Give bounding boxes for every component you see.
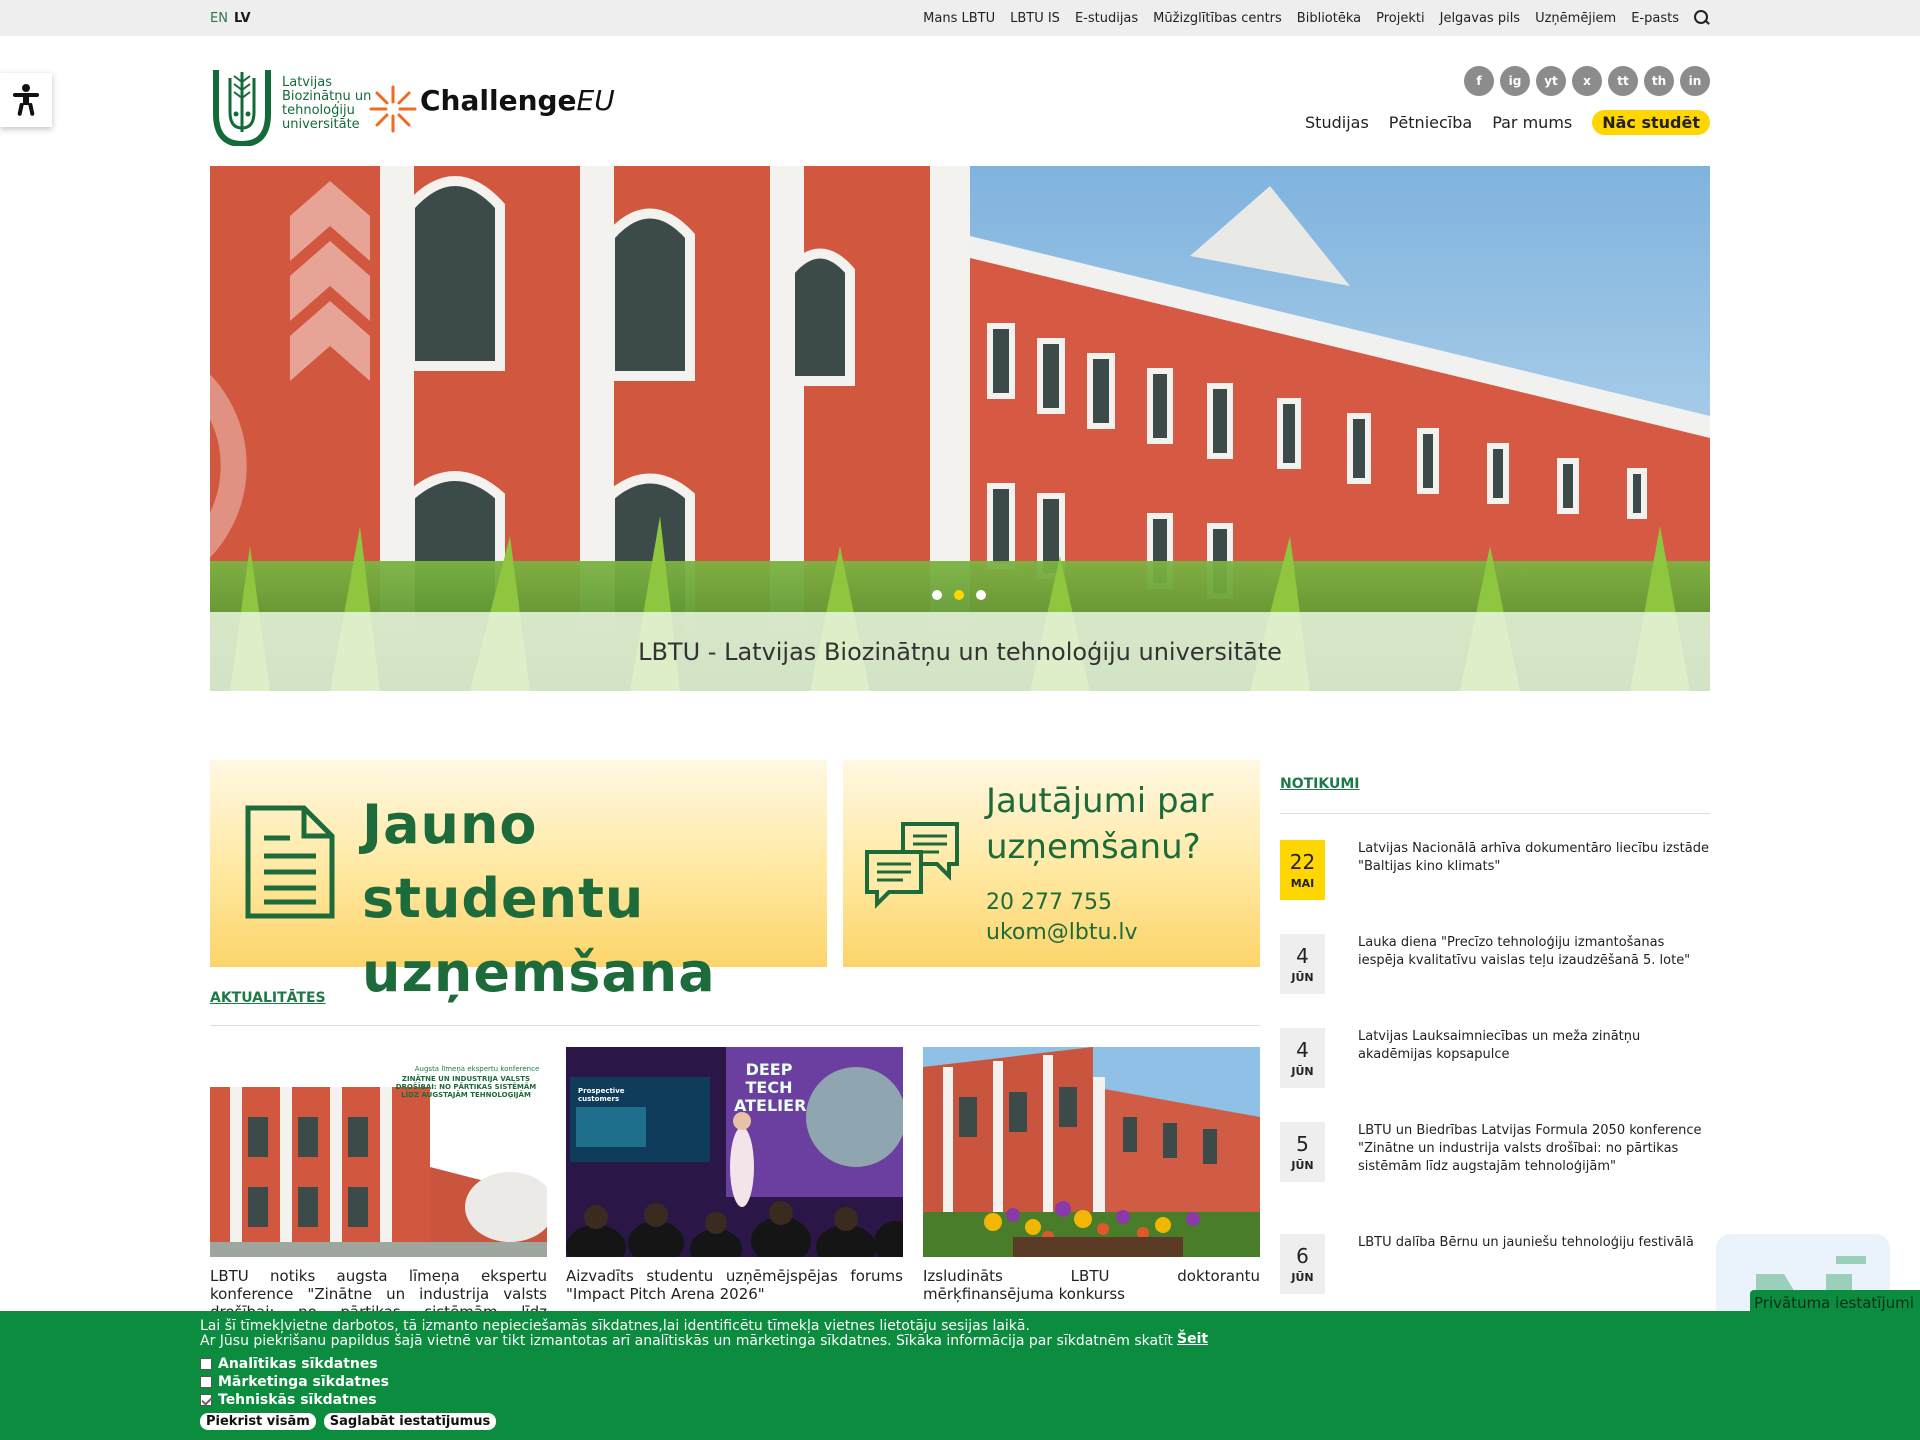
facebook-icon[interactable]: f — [1464, 66, 1494, 96]
social-links: f ig yt x tt th in — [1464, 66, 1710, 96]
contact-phone[interactable]: 20 277 755 — [986, 888, 1138, 918]
x-twitter-icon[interactable]: x — [1572, 66, 1602, 96]
events-divider — [1280, 813, 1710, 814]
link-e-studijas[interactable]: E-studijas — [1075, 11, 1138, 26]
news-item[interactable]: Izsludināts LBTU doktorantu mērķfinansēj… — [923, 1047, 1260, 1303]
top-bar: EN LV Mans LBTU LBTU IS E-studijas Mūžizg… — [0, 0, 1920, 36]
document-icon — [245, 805, 335, 919]
event-title[interactable]: LBTU un Biedrības Latvijas Formula 2050 … — [1358, 1122, 1710, 1176]
slider-dot[interactable] — [976, 590, 986, 600]
contact-email[interactable]: ukom@lbtu.lv — [986, 918, 1138, 948]
site-logo[interactable]: Latvijas Biozinātņu un tehnoloģiju unive… — [212, 64, 615, 148]
events-heading[interactable]: NOTIKUMI — [1280, 776, 1360, 792]
utility-links: Mans LBTU LBTU IS E-studijas Mūžizglītīb… — [923, 10, 1710, 26]
hero-caption: LBTU - Latvijas Biozinātņu un tehnoloģij… — [210, 612, 1710, 691]
link-jelgavas-pils[interactable]: Jelgavas pils — [1440, 11, 1520, 26]
event-date: 4 JŪN — [1280, 934, 1325, 994]
link-projekti[interactable]: Projekti — [1376, 11, 1424, 26]
lang-en[interactable]: EN — [210, 11, 228, 26]
cookie-info-link[interactable]: Šeit — [1177, 1331, 1208, 1347]
link-e-pasts[interactable]: E-pasts — [1631, 11, 1679, 26]
youtube-icon[interactable]: yt — [1536, 66, 1566, 96]
nav-par-mums[interactable]: Par mums — [1492, 113, 1572, 132]
news-heading[interactable]: AKTUALITĀTES — [210, 990, 326, 1006]
tiktok-icon[interactable]: tt — [1608, 66, 1638, 96]
event-title[interactable]: LBTU dalība Bērnu un jauniešu tehnoloģij… — [1358, 1234, 1710, 1252]
instagram-icon[interactable]: ig — [1500, 66, 1530, 96]
technical-checkbox[interactable] — [200, 1394, 212, 1406]
event-title[interactable]: Latvijas Nacionālā arhīva dokumentāro li… — [1358, 840, 1710, 876]
analytics-checkbox[interactable] — [200, 1358, 212, 1370]
save-settings-button[interactable]: Saglabāt iestatījumus — [323, 1413, 497, 1430]
cookie-option-analytics[interactable]: Analītikas sīkdatnes — [200, 1357, 1920, 1371]
news-image: Prospective customers DEEP TECH ATELIER — [566, 1047, 903, 1257]
news-item[interactable]: Prospective customers DEEP TECH ATELIER … — [566, 1047, 903, 1303]
hero-slider[interactable]: LBTU - Latvijas Biozinātņu un tehnoloģij… — [210, 166, 1710, 691]
admission-banner-title: Jauno studentu uzņemšana — [362, 793, 716, 1004]
news-title[interactable]: Aizvadīts studentu uzņēmējspējas forums … — [566, 1267, 903, 1303]
event-date: 4 JŪN — [1280, 1028, 1325, 1088]
lbtu-seal-logo — [213, 70, 271, 146]
slider-dot-active[interactable] — [954, 590, 964, 600]
challenge-eu-wordmark: ChallengeEU — [420, 84, 615, 117]
search-icon[interactable] — [1694, 10, 1710, 26]
university-name: Latvijas Biozinātņu un tehnoloģiju unive… — [282, 75, 372, 132]
event-title[interactable]: Lauka diena "Precīzo tehnoloģiju izmanto… — [1358, 934, 1710, 970]
link-biblioteka[interactable]: Bibliotēka — [1297, 11, 1361, 26]
nav-petnieciba[interactable]: Pētniecība — [1389, 113, 1472, 132]
event-date: 6 JŪN — [1280, 1234, 1325, 1294]
cookie-text-line2: Ar Jūsu piekrišanu papildus šajā vietnē … — [200, 1333, 1173, 1349]
news-title[interactable]: Izsludināts LBTU doktorantu mērķfinansēj… — [923, 1267, 1260, 1303]
cookie-option-marketing[interactable]: Mārketinga sīkdatnes — [200, 1375, 1920, 1389]
event-item[interactable]: 5 JŪN LBTU un Biedrības Latvijas Formula… — [1280, 1122, 1710, 1182]
threads-icon[interactable]: th — [1644, 66, 1674, 96]
link-muzizglitibas[interactable]: Mūžizglītības centrs — [1153, 11, 1282, 26]
chat-bubbles-icon — [865, 822, 959, 909]
questions-title: Jautājumi par uzņemšanu? — [986, 781, 1214, 867]
link-uznemejiem[interactable]: Uzņēmējiem — [1535, 11, 1616, 26]
cookie-banner: Lai šī tīmekļvietne darbotos, tā izmanto… — [0, 1311, 1920, 1440]
accessibility-icon — [13, 84, 39, 116]
accept-all-button[interactable]: Piekrist visām — [200, 1413, 316, 1430]
event-item[interactable]: 6 JŪN LBTU dalība Bērnu un jauniešu tehn… — [1280, 1234, 1710, 1294]
event-item[interactable]: 4 JŪN Latvijas Lauksaimniecības un meža … — [1280, 1028, 1710, 1088]
event-item[interactable]: 22 MAI Latvijas Nacionālā arhīva dokumen… — [1280, 840, 1710, 900]
accessibility-button[interactable] — [0, 73, 52, 127]
admission-questions-banner[interactable]: Jautājumi par uzņemšanu? 20 277 755 ukom… — [843, 760, 1260, 967]
contact-info: 20 277 755 ukom@lbtu.lv — [986, 888, 1138, 948]
slider-dots — [932, 590, 986, 600]
lang-lv[interactable]: LV — [234, 11, 251, 26]
language-switcher: EN LV — [210, 11, 257, 26]
cookie-buttons: Piekrist visām Saglabāt iestatījumus — [200, 1413, 1920, 1430]
cookie-option-technical[interactable]: Tehniskās sīkdatnes — [200, 1393, 1920, 1407]
marketing-checkbox[interactable] — [200, 1376, 212, 1388]
nav-nac-studet[interactable]: Nāc studēt — [1592, 110, 1710, 135]
news-image — [923, 1047, 1260, 1257]
challenge-eu-star-icon — [369, 85, 417, 133]
linkedin-icon[interactable]: in — [1680, 66, 1710, 96]
nav-studijas[interactable]: Studijas — [1305, 113, 1369, 132]
news-divider — [210, 1025, 1260, 1026]
cookie-text-line1: Lai šī tīmekļvietne darbotos, tā izmanto… — [200, 1318, 1030, 1334]
event-title[interactable]: Latvijas Lauksaimniecības un meža zinātņ… — [1358, 1028, 1710, 1064]
slider-dot[interactable] — [932, 590, 942, 600]
link-lbtu-is[interactable]: LBTU IS — [1010, 11, 1060, 26]
event-item[interactable]: 4 JŪN Lauka diena "Precīzo tehnoloģiju i… — [1280, 934, 1710, 994]
main-navigation: Studijas Pētniecība Par mums Nāc studēt — [1305, 110, 1710, 135]
news-item[interactable]: Augsta līmeņa ekspertu konference ZINĀTN… — [210, 1047, 547, 1339]
link-mans-lbtu[interactable]: Mans LBTU — [923, 11, 995, 26]
news-image: Augsta līmeņa ekspertu konference ZINĀTN… — [210, 1047, 547, 1257]
event-date: 5 JŪN — [1280, 1122, 1325, 1182]
event-date: 22 MAI — [1280, 840, 1325, 900]
admission-banner[interactable]: Jauno studentu uzņemšana — [210, 760, 827, 1004]
